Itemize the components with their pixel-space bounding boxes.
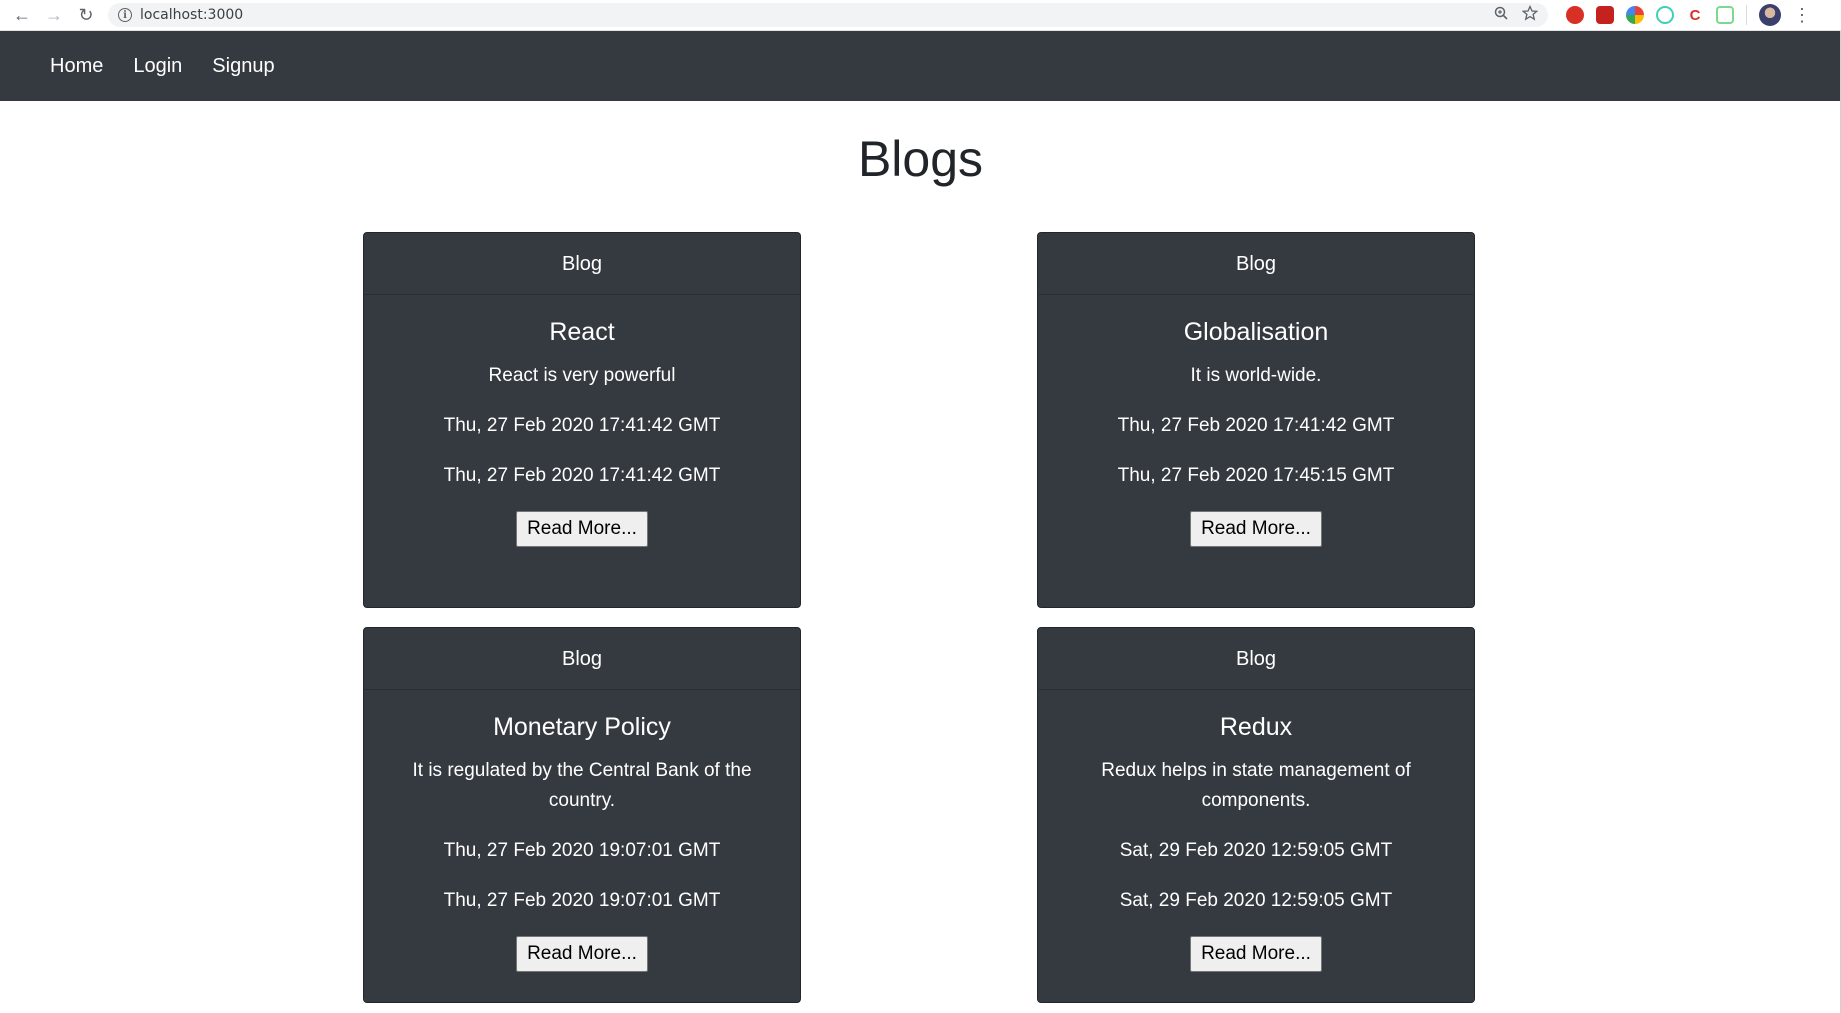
- blog-title: Globalisation: [1183, 318, 1329, 346]
- main-navbar: Home Login Signup: [0, 31, 1841, 101]
- nav-link-signup[interactable]: Signup: [212, 55, 274, 78]
- toolbar-divider: [1746, 5, 1747, 25]
- card-header: Blog: [364, 628, 800, 690]
- read-more-button[interactable]: Read More...: [516, 511, 648, 547]
- blog-created-date: Sat, 29 Feb 2020 12:59:05 GMT: [1119, 840, 1393, 861]
- blog-card: Blog React React is very powerful Thu, 2…: [363, 232, 801, 608]
- page-title: Blogs: [857, 131, 984, 187]
- reload-icon[interactable]: ↻: [76, 5, 96, 25]
- blog-updated-date: Thu, 27 Feb 2020 19:07:01 GMT: [443, 890, 721, 911]
- address-bar[interactable]: i localhost:3000: [108, 3, 1548, 27]
- bookmark-star-icon[interactable]: [1521, 4, 1539, 26]
- menu-dots-icon[interactable]: ⋮: [1793, 5, 1811, 26]
- blog-summary: Redux helps in state management of compo…: [1101, 760, 1411, 811]
- read-more-button[interactable]: Read More...: [1190, 511, 1322, 547]
- card-header: Blog: [364, 233, 800, 295]
- profile-avatar[interactable]: [1759, 4, 1781, 26]
- blog-created-date: Thu, 27 Feb 2020 17:41:42 GMT: [443, 415, 721, 436]
- card-body: Globalisation It is world-wide. Thu, 27 …: [1038, 295, 1474, 547]
- ext-red-square-icon[interactable]: [1596, 6, 1614, 24]
- ext-ci-icon[interactable]: C: [1686, 6, 1704, 24]
- blog-title: React: [549, 318, 615, 346]
- nav-link-login[interactable]: Login: [133, 55, 182, 78]
- blog-card: Blog Globalisation It is world-wide. Thu…: [1037, 232, 1475, 608]
- blog-updated-date: Sat, 29 Feb 2020 12:59:05 GMT: [1119, 890, 1393, 911]
- card-header: Blog: [1038, 628, 1474, 690]
- card-header: Blog: [1038, 233, 1474, 295]
- nav-link-home[interactable]: Home: [50, 55, 103, 78]
- blog-created-date: Thu, 27 Feb 2020 17:41:42 GMT: [1117, 415, 1395, 436]
- blog-title: Redux: [1219, 713, 1293, 741]
- blog-summary: It is world-wide.: [1190, 365, 1322, 386]
- back-arrow-icon[interactable]: ←: [12, 5, 32, 25]
- forward-arrow-icon[interactable]: →: [44, 5, 64, 25]
- card-body: React React is very powerful Thu, 27 Feb…: [364, 295, 800, 547]
- blog-updated-date: Thu, 27 Feb 2020 17:41:42 GMT: [443, 465, 721, 486]
- url-text[interactable]: localhost:3000: [140, 7, 243, 23]
- ext-green-hex-icon[interactable]: [1716, 6, 1734, 24]
- info-icon[interactable]: i: [118, 8, 132, 22]
- blog-summary: It is regulated by the Central Bank of t…: [412, 760, 752, 811]
- blog-title: Monetary Policy: [493, 713, 671, 741]
- blog-updated-date: Thu, 27 Feb 2020 17:45:15 GMT: [1117, 465, 1395, 486]
- card-body: Redux Redux helps in state management of…: [1038, 690, 1474, 972]
- ext-red-circle-icon[interactable]: [1566, 6, 1584, 24]
- blog-summary: React is very powerful: [488, 365, 676, 386]
- blog-card: Blog Monetary Policy It is regulated by …: [363, 627, 801, 1003]
- browser-toolbar: ← → ↻ i localhost:3000 C ⋮: [0, 0, 1841, 31]
- zoom-icon[interactable]: [1494, 6, 1508, 25]
- ext-teal-ring-icon[interactable]: [1656, 6, 1674, 24]
- read-more-button[interactable]: Read More...: [1190, 936, 1322, 972]
- card-body: Monetary Policy It is regulated by the C…: [364, 690, 800, 972]
- blog-card: Blog Redux Redux helps in state manageme…: [1037, 627, 1475, 1003]
- ext-color-wheel-icon[interactable]: [1626, 6, 1644, 24]
- blog-created-date: Thu, 27 Feb 2020 19:07:01 GMT: [443, 840, 721, 861]
- read-more-button[interactable]: Read More...: [516, 936, 648, 972]
